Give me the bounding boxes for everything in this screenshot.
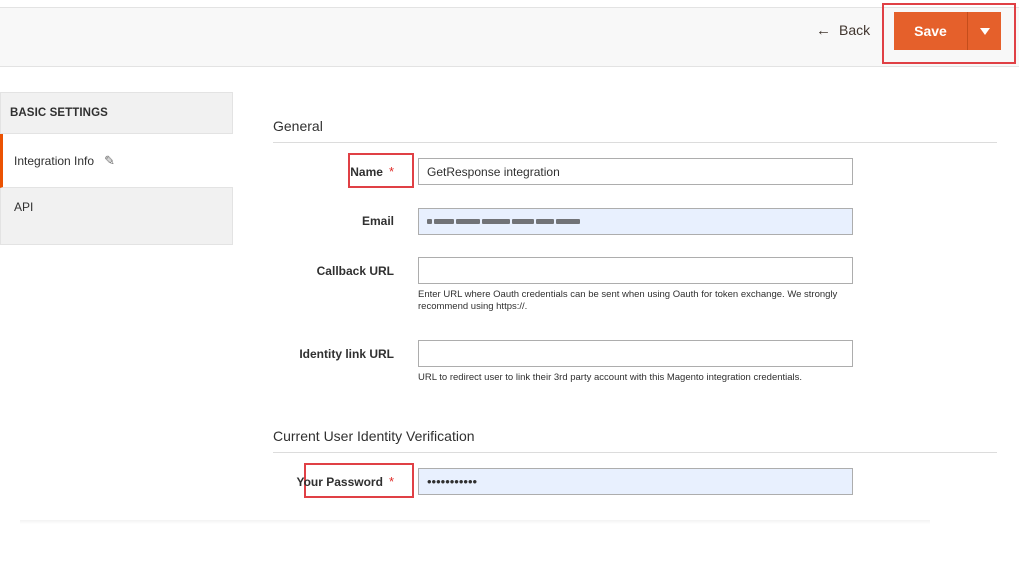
sidebar-item-label: API bbox=[14, 200, 34, 214]
sidebar: BASIC SETTINGS Integration Info ✎ API bbox=[0, 92, 233, 245]
name-label: Name * bbox=[350, 164, 394, 179]
save-dropdown-toggle[interactable] bbox=[968, 12, 1001, 50]
back-button[interactable]: ← Back bbox=[816, 18, 870, 42]
blurred-email-value bbox=[427, 219, 580, 224]
section-title-general: General bbox=[273, 118, 323, 134]
required-marker: * bbox=[388, 474, 394, 489]
email-label: Email bbox=[361, 214, 394, 228]
identity-link-url-label: Identity link URL bbox=[299, 347, 394, 361]
sidebar-item-integration-info[interactable]: Integration Info ✎ bbox=[0, 134, 233, 188]
caret-down-icon bbox=[979, 27, 990, 35]
content-bottom-edge bbox=[20, 520, 930, 524]
save-split-button: Save bbox=[894, 12, 1001, 50]
sidebar-item-api[interactable]: API bbox=[0, 188, 233, 245]
arrow-left-icon: ← bbox=[816, 21, 831, 39]
sidebar-item-label: Integration Info bbox=[14, 153, 95, 168]
email-input[interactable] bbox=[418, 208, 853, 235]
required-marker: * bbox=[388, 164, 394, 179]
save-button[interactable]: Save bbox=[894, 12, 968, 50]
identity-link-url-input[interactable] bbox=[418, 340, 853, 367]
identity-link-url-note: URL to redirect user to link their 3rd p… bbox=[418, 372, 803, 383]
pencil-icon: ✎ bbox=[104, 152, 115, 168]
callback-url-input[interactable] bbox=[418, 257, 853, 284]
sidebar-title: BASIC SETTINGS bbox=[0, 92, 233, 134]
callback-url-label: Callback URL bbox=[316, 264, 394, 278]
name-input-value: GetResponse integration bbox=[427, 164, 560, 179]
callback-url-note: Enter URL where Oauth credentials can be… bbox=[418, 289, 838, 312]
password-label: Your Password * bbox=[296, 474, 394, 489]
section-title-verification: Current User Identity Verification bbox=[273, 428, 475, 444]
password-input[interactable]: ••••••••••• bbox=[418, 468, 853, 495]
name-input[interactable]: GetResponse integration bbox=[418, 158, 853, 185]
section-divider bbox=[273, 142, 997, 143]
back-label: Back bbox=[839, 22, 871, 38]
password-input-value: ••••••••••• bbox=[427, 474, 478, 489]
section-divider bbox=[273, 452, 997, 453]
